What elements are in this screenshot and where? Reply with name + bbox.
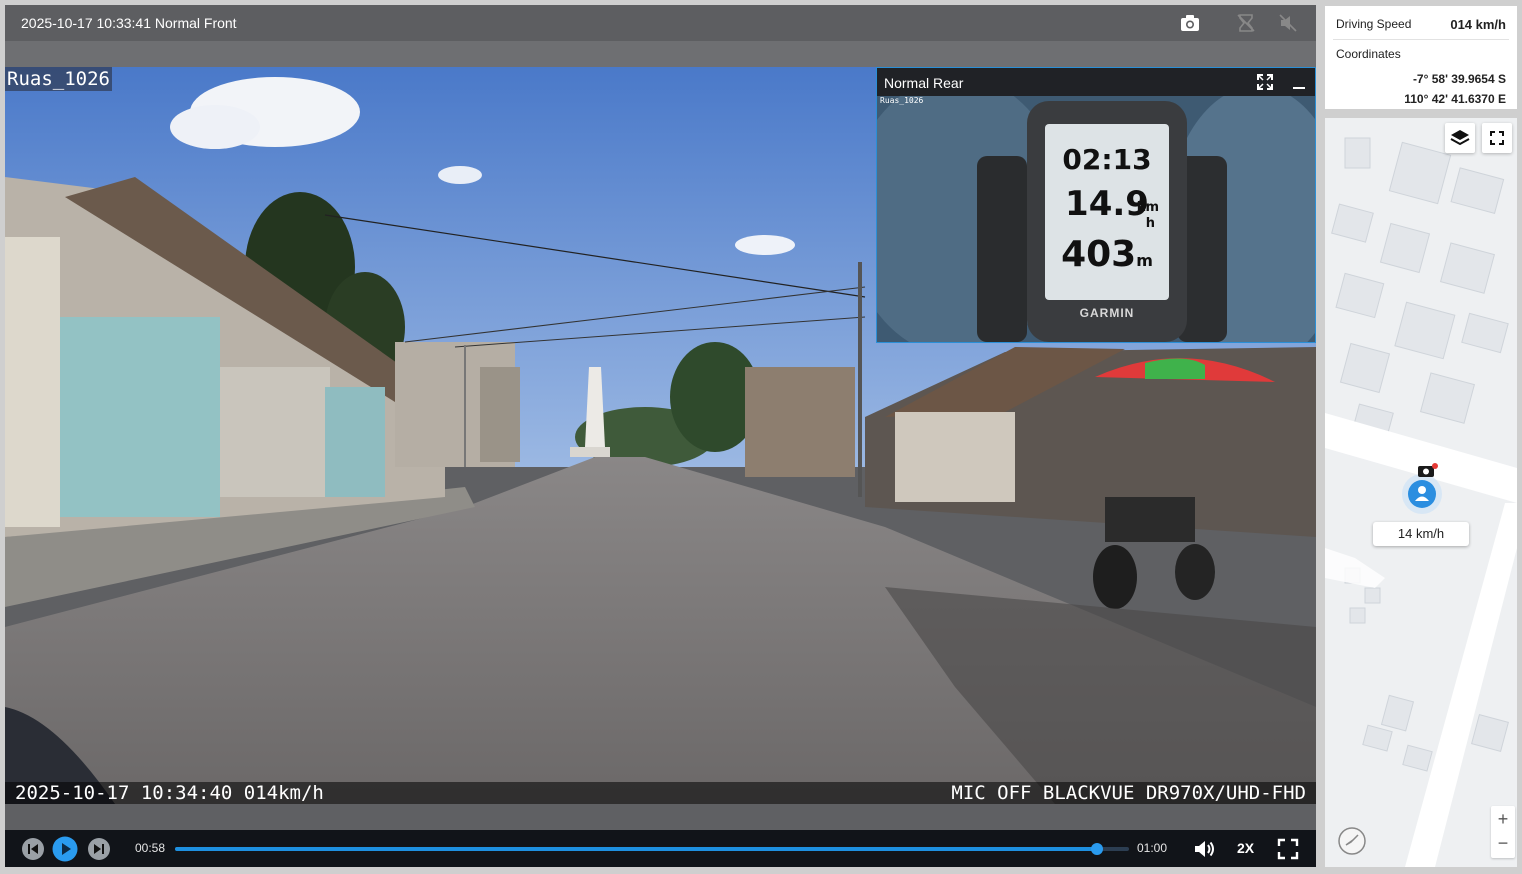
- playback-controls: 00:58 01:00 2X: [5, 830, 1316, 867]
- trip-info-panel: Driving Speed 014 km/h Coordinates -7° 5…: [1325, 6, 1517, 109]
- minimize-icon[interactable]: [1291, 73, 1307, 91]
- player-header: 2025-10-17 10:33:41 Normal Front: [5, 5, 1316, 41]
- speed-label: Driving Speed: [1336, 17, 1412, 31]
- gauge-distance-unit: m: [1136, 251, 1153, 270]
- layers-icon: [1450, 130, 1470, 146]
- next-frame-icon[interactable]: [87, 837, 111, 861]
- compass-icon[interactable]: [1337, 826, 1367, 856]
- mute-icon[interactable]: [1277, 12, 1299, 34]
- gauge-brand: GARMIN: [1079, 306, 1135, 320]
- zoom-control: + −: [1491, 806, 1515, 858]
- progress-track[interactable]: [175, 843, 1129, 855]
- latitude-value: -7° 58' 39.9654 S: [1412, 72, 1506, 86]
- pip-title: Normal Rear: [884, 75, 964, 91]
- zoom-in-button[interactable]: +: [1491, 806, 1515, 832]
- header-strip: [5, 41, 1316, 67]
- progress-handle[interactable]: [1090, 843, 1103, 855]
- video-title: 2025-10-17 10:33:41 Normal Front: [21, 15, 237, 31]
- zoom-out-button[interactable]: −: [1491, 832, 1515, 858]
- hourglass-off-icon[interactable]: [1235, 12, 1257, 34]
- camera-icon[interactable]: [1179, 12, 1201, 34]
- gauge-readout: 02:13 14.9 km h 403m: [1051, 144, 1163, 284]
- osd-right: MIC OFF BLACKVUE DR970X/UHD-FHD: [951, 782, 1306, 804]
- play-icon[interactable]: [52, 836, 78, 862]
- coords-label: Coordinates: [1336, 47, 1401, 61]
- map-fullscreen-icon: [1490, 131, 1504, 145]
- video-osd: 2025-10-17 10:34:40 014km/h MIC OFF BLAC…: [5, 782, 1316, 804]
- osd-left: 2025-10-17 10:34:40 014km/h: [15, 782, 324, 804]
- map-fullscreen-button[interactable]: [1482, 123, 1512, 153]
- info-divider: [1333, 39, 1509, 40]
- previous-frame-icon[interactable]: [21, 837, 45, 861]
- playback-rate-button[interactable]: 2X: [1237, 840, 1254, 856]
- front-camera-view[interactable]: Ruas_1026 Normal Rear Ruas_1026 02:13 14…: [5, 67, 1316, 804]
- speed-value: 014 km/h: [1450, 17, 1506, 32]
- map-layers-button[interactable]: [1445, 123, 1475, 153]
- gauge-distance: 403: [1061, 234, 1137, 275]
- gauge-time: 02:13: [1062, 143, 1152, 176]
- current-time: 00:58: [135, 841, 166, 855]
- video-player: 2025-10-17 10:33:41 Normal Front Ruas_10…: [5, 5, 1316, 867]
- map-view[interactable]: 14 km/h + −: [1325, 118, 1517, 867]
- pip-header: Normal Rear: [877, 68, 1315, 96]
- vehicle-marker-icon[interactable]: [1397, 462, 1447, 518]
- longitude-value: 110° 42' 41.6370 E: [1404, 92, 1506, 106]
- expand-icon[interactable]: [1256, 73, 1274, 91]
- marker-speed-tag: 14 km/h: [1373, 522, 1469, 546]
- fullscreen-icon[interactable]: [1276, 837, 1300, 861]
- gauge-speed-unit-bottom: h: [1145, 216, 1155, 231]
- camera-label: Ruas_1026: [5, 67, 112, 91]
- rear-camera-pip[interactable]: Normal Rear Ruas_1026 02:13 14.9 km h 40…: [876, 67, 1316, 343]
- volume-icon[interactable]: [1192, 837, 1216, 861]
- player-gap: [5, 804, 1316, 830]
- rear-camera-view: Ruas_1026 02:13 14.9 km h 403m GARMIN: [877, 96, 1315, 342]
- progress-fill: [175, 847, 1097, 851]
- pip-stamp: Ruas_1026: [880, 96, 924, 105]
- total-time: 01:00: [1137, 841, 1168, 855]
